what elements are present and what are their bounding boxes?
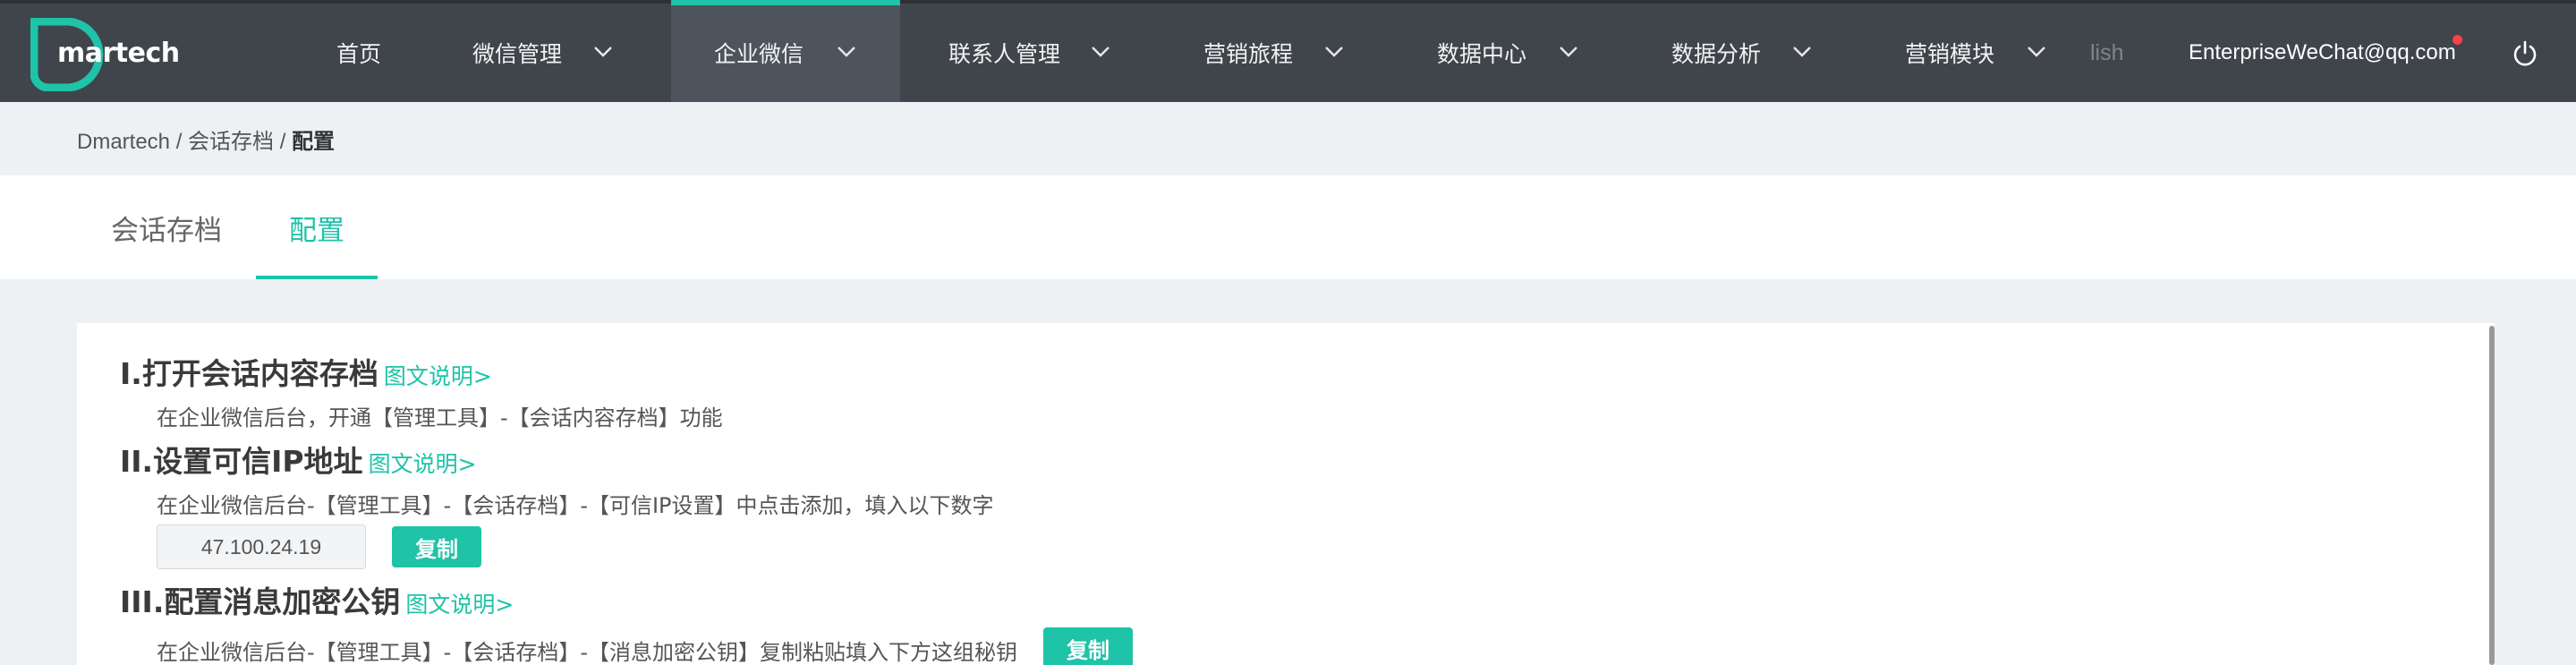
step-3-description: 在企业微信后台-【管理工具】-【会话存档】-【消息加密公钥】复制粘贴填入下方这组… [157,640,1017,665]
top-navigation-bar: martech 首页 微信管理 企业微信 联系人管理 营销旅程 数据中心 数据分… [0,0,2576,102]
chevron-down-icon[interactable] [1089,43,1112,61]
nav-item-label: 营销模块 [1905,41,1995,67]
nav-item-label: lish [2090,39,2124,65]
user-email[interactable]: EnterpriseWeChat@qq.com [2189,4,2456,102]
nav-item-label: 数据中心 [1437,41,1527,67]
power-icon[interactable] [2511,39,2539,68]
nav-item-label: 联系人管理 [948,41,1061,67]
tab-session-archive[interactable]: 会话存档 [93,175,240,279]
tab-label: 配置 [289,214,344,247]
step-3-help-link[interactable]: 图文说明> [405,592,514,618]
nav-item-enterprise-wechat[interactable]: 企业微信 [671,0,900,102]
nav-item-home[interactable]: 首页 [336,4,381,102]
copy-ip-button[interactable]: 复制 [392,526,481,567]
tab-config[interactable]: 配置 [256,175,378,279]
chevron-down-icon[interactable] [1557,43,1580,61]
notification-dot [2453,35,2462,45]
step-title-text: I.打开会话内容存档 [120,356,378,391]
breadcrumb-separator: / [170,130,189,154]
step-title-text: III.配置消息加密公钥 [120,584,401,619]
nav-item-lish[interactable]: lish [2090,4,2124,102]
step-3-title: III.配置消息加密公钥 图文说明> [120,578,514,621]
step-2-description: 在企业微信后台-【管理工具】-【会话存档】-【可信IP设置】中点击添加，填入以下… [157,493,994,518]
logo-text: martech [57,38,180,69]
nav-item-data-analysis[interactable]: 数据分析 [1671,4,1761,102]
tab-label: 会话存档 [111,214,222,247]
tab-bar: 会话存档 配置 [0,175,2576,279]
nav-item-label: 微信管理 [472,41,563,67]
step-2-title: II.设置可信IP地址 图文说明> [120,438,477,481]
trusted-ip-field[interactable]: 47.100.24.19 [157,524,366,569]
nav-item-wechat-management[interactable]: 微信管理 [472,4,562,102]
nav-item-data-center[interactable]: 数据中心 [1437,4,1526,102]
step-title-text: II.设置可信IP地址 [120,444,363,479]
nav-item-marketing-modules[interactable]: 营销模块 [1905,4,1994,102]
copy-public-key-button[interactable]: 复制 [1043,627,1133,665]
vertical-scrollbar[interactable] [2489,326,2495,665]
nav-item-label: 营销旅程 [1203,41,1294,67]
chevron-down-icon[interactable] [835,43,858,61]
nav-item-contacts[interactable]: 联系人管理 [948,4,1060,102]
brand-logo[interactable]: martech [30,18,191,91]
breadcrumb-root[interactable]: Dmartech [77,130,170,154]
breadcrumb-parent[interactable]: 会话存档 [188,130,274,154]
step-1-description: 在企业微信后台，开通【管理工具】-【会话内容存档】功能 [157,405,723,431]
step-1-title: I.打开会话内容存档 图文说明> [120,350,492,393]
step-2-help-link[interactable]: 图文说明> [369,451,477,477]
breadcrumb-current: 配置 [292,130,336,154]
nav-item-label: 数据分析 [1671,41,1762,67]
chevron-down-icon[interactable] [2025,43,2048,61]
nav-item-marketing-journey[interactable]: 营销旅程 [1203,4,1293,102]
chevron-down-icon[interactable] [1322,43,1346,61]
breadcrumb-separator: / [274,130,293,154]
breadcrumb: Dmartech / 会话存档 / 配置 [77,124,335,155]
nav-item-label: 首页 [336,41,382,67]
chevron-down-icon[interactable] [591,43,615,61]
chevron-down-icon[interactable] [1790,43,1814,61]
step-1-help-link[interactable]: 图文说明> [384,363,492,389]
nav-item-label: 企业微信 [714,41,804,67]
